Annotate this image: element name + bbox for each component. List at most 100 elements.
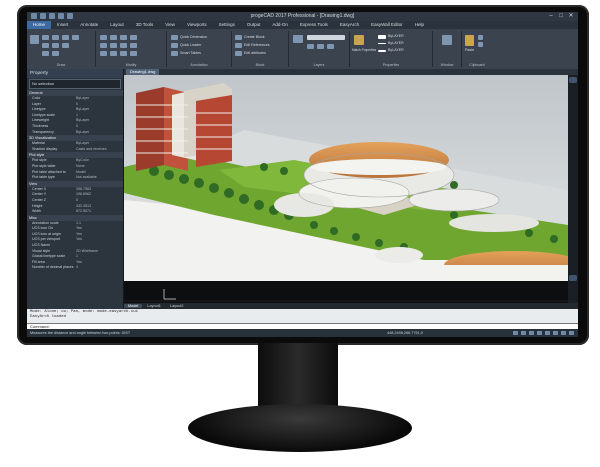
close-button[interactable]: ✕ [568, 13, 574, 19]
otrack-toggle-icon[interactable] [553, 331, 558, 335]
layer-freeze-icon[interactable] [307, 44, 314, 49]
property-value[interactable]: ByLayer [76, 130, 123, 136]
ribbon-group-block: Create Block Edit References Edit attrib… [232, 31, 289, 67]
linetype-dropdown[interactable]: ByLAYER [388, 41, 404, 45]
property-value[interactable]: Not available [76, 175, 123, 181]
snap-toggle-icon[interactable] [513, 331, 518, 335]
array-icon[interactable] [100, 51, 107, 56]
tab-settings[interactable]: Settings [213, 21, 241, 29]
tab-layout[interactable]: Layout [104, 21, 130, 29]
tab-view[interactable]: View [159, 21, 181, 29]
color-swatch [378, 35, 386, 39]
maximize-button[interactable]: □ [558, 13, 564, 19]
tab-viewports[interactable]: Viewports [181, 21, 213, 29]
property-row[interactable]: Width 872.5071 [27, 209, 123, 215]
edit-references-button[interactable]: Edit References [244, 43, 270, 47]
tab-easyarch[interactable]: EasyArch [334, 21, 365, 29]
tab-output[interactable]: Output [241, 21, 267, 29]
match-properties-button[interactable]: Match Properties [352, 48, 376, 52]
tab-help[interactable]: Help [409, 21, 430, 29]
model-space-strip [124, 281, 568, 303]
property-name: Number of decimal places [32, 265, 74, 270]
smart-tables-button[interactable]: Smart Tables [180, 51, 201, 55]
offset-icon[interactable] [110, 51, 117, 56]
minimize-button[interactable]: – [548, 13, 554, 19]
color-dropdown[interactable]: ByLAYER [388, 34, 404, 38]
properties-panel-title: Property [27, 69, 123, 78]
stretch-icon[interactable] [120, 43, 127, 48]
ortho-toggle-icon[interactable] [529, 331, 534, 335]
smart-tables-icon[interactable] [171, 51, 178, 56]
tab-layout1[interactable]: Layout1 [143, 304, 165, 308]
line-icon[interactable] [30, 35, 39, 44]
hatch-icon[interactable] [42, 43, 49, 48]
layer-lock-icon[interactable] [317, 44, 324, 49]
tab-model[interactable]: Model [124, 304, 143, 308]
ellipse-icon[interactable] [62, 43, 69, 48]
properties-list: General Color ByLayer Layer 0 Linetype ByLayer… [27, 90, 123, 271]
create-block-icon[interactable] [235, 35, 242, 40]
polar-toggle-icon[interactable] [537, 331, 542, 335]
polyline-icon[interactable] [42, 35, 49, 40]
copy-clip-icon[interactable] [478, 42, 483, 47]
tab-home[interactable]: Home [27, 21, 52, 29]
tab-insert[interactable]: Insert [51, 21, 74, 29]
create-block-button[interactable]: Create Block [244, 35, 265, 39]
paste-icon[interactable] [465, 35, 474, 46]
layer-dropdown[interactable] [307, 35, 345, 40]
property-value[interactable]: Casts and receives [76, 147, 123, 153]
switch-window-icon[interactable] [442, 35, 452, 45]
text-icon[interactable] [42, 51, 49, 56]
quick-leader-icon[interactable] [171, 43, 178, 48]
vertical-scrollbar[interactable] [568, 75, 578, 303]
property-value[interactable]: 872.5071 [76, 209, 123, 215]
spline-icon[interactable] [52, 43, 59, 48]
tab-3d-tools[interactable]: 3D Tools [130, 21, 159, 29]
lineweight-dropdown[interactable]: ByLAYER [388, 48, 404, 52]
property-row[interactable]: Plot table type Not available [27, 175, 123, 181]
edit-references-icon[interactable] [235, 43, 242, 48]
quick-leader-button[interactable]: Quick Leader [180, 43, 201, 47]
quick-dimension-icon[interactable] [171, 35, 178, 40]
drawing-viewport[interactable] [124, 75, 568, 281]
command-history-line: EasyArch loaded [30, 315, 67, 319]
lineweight-toggle-icon[interactable] [561, 331, 566, 335]
mirror-icon[interactable] [100, 43, 107, 48]
osnap-toggle-icon[interactable] [545, 331, 550, 335]
move-icon[interactable] [100, 35, 107, 40]
rotate-icon[interactable] [110, 35, 117, 40]
point-icon[interactable] [52, 51, 59, 56]
tab-layout2[interactable]: Layout2 [166, 304, 188, 308]
scale-icon[interactable] [130, 43, 137, 48]
selection-dropdown[interactable]: No selection [29, 79, 121, 89]
tab-express-tools[interactable]: Express Tools [294, 21, 334, 29]
circle-icon[interactable] [52, 35, 59, 40]
cut-icon[interactable] [478, 35, 483, 40]
edit-attributes-icon[interactable] [235, 51, 242, 56]
fillet-icon[interactable] [110, 43, 117, 48]
layer-manager-icon[interactable] [293, 35, 303, 43]
layer-off-icon[interactable] [327, 44, 334, 49]
properties-panel: Property No selection General Color ByLaye… [27, 69, 124, 311]
property-name: Width [32, 209, 42, 214]
property-value[interactable]: 4 [76, 265, 123, 271]
erase-icon[interactable] [120, 51, 127, 56]
tab-annotate[interactable]: Annotate [74, 21, 104, 29]
tab-add-on[interactable]: Add-On [266, 21, 294, 29]
paste-button[interactable]: Paste [465, 48, 474, 52]
explode-icon[interactable] [130, 51, 137, 56]
property-row[interactable]: Number of decimal places 4 [27, 265, 123, 271]
quick-dimension-button[interactable]: Quick Dimension [180, 35, 207, 39]
model-toggle-icon[interactable] [569, 331, 574, 335]
edit-attributes-button[interactable]: Edit attributes [244, 51, 266, 55]
copy-icon[interactable] [130, 35, 137, 40]
ribbon-group-label: Layers [313, 63, 325, 67]
arc-icon[interactable] [62, 35, 69, 40]
tab-easywall-editor[interactable]: EasyWall Editor [365, 21, 409, 29]
rectangle-icon[interactable] [72, 35, 79, 40]
status-bar: Measures the distance and angle between … [27, 329, 578, 337]
grid-toggle-icon[interactable] [521, 331, 526, 335]
right-building [444, 251, 568, 281]
trim-icon[interactable] [120, 35, 127, 40]
match-properties-icon[interactable] [354, 35, 364, 45]
